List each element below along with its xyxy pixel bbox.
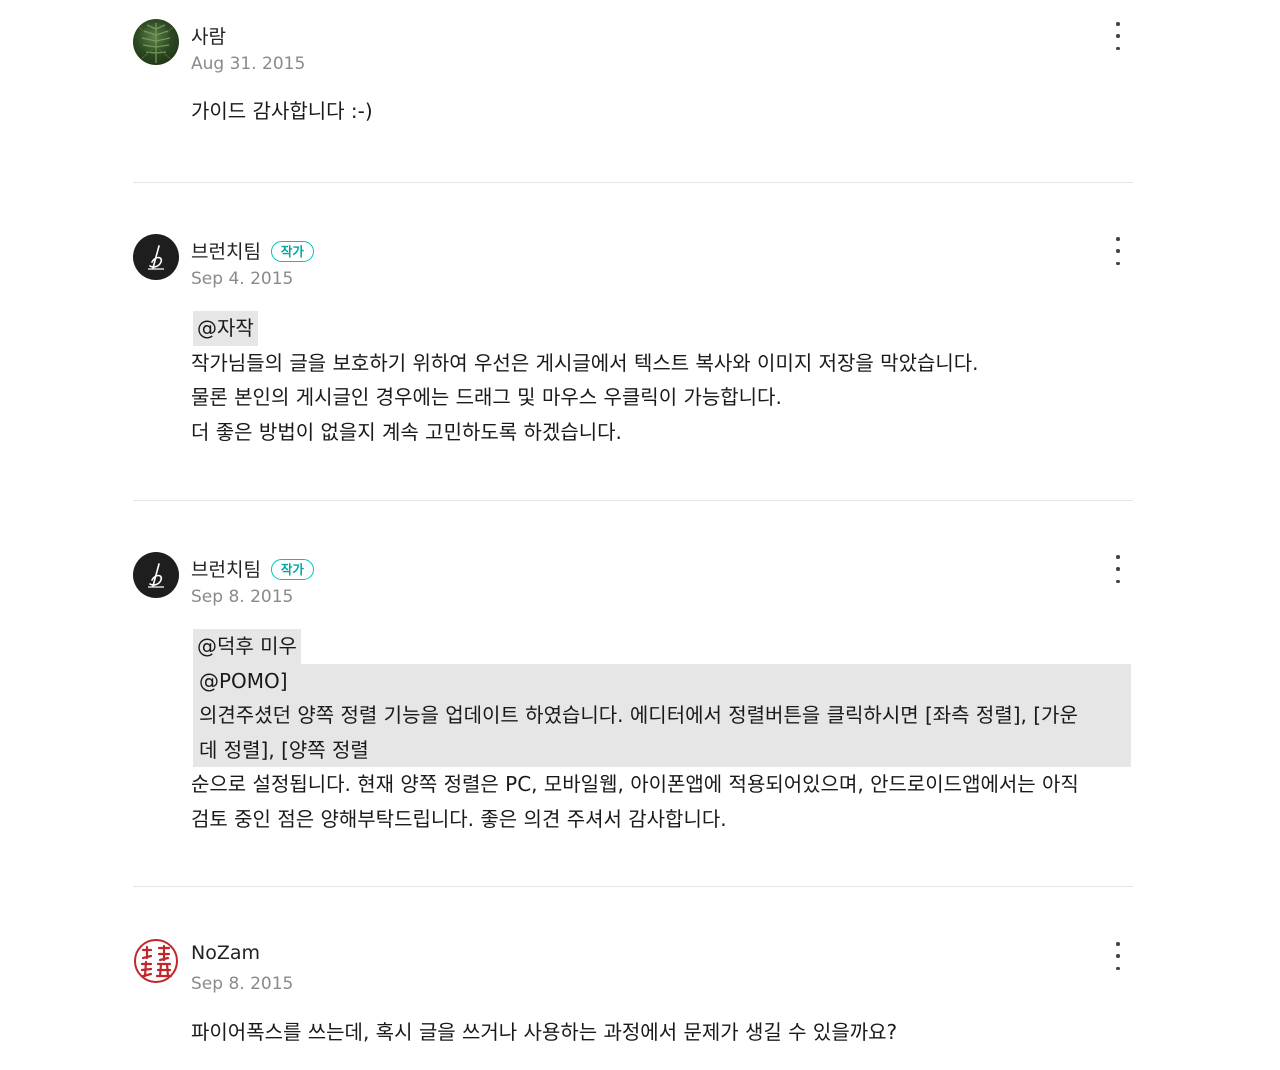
comment-body: 가이드 감사합니다 :-) (191, 94, 1131, 129)
avatar[interactable] (133, 19, 179, 65)
comment-author[interactable]: 브런치팀 작가 (191, 237, 314, 264)
avatar[interactable] (133, 234, 179, 280)
author-name[interactable]: 브런치팀 (191, 241, 261, 263)
comment-author[interactable]: 사람 (191, 22, 226, 49)
comment-text: 순으로 설정됩니다. 현재 양쪽 정렬은 PC, 모바일웹, 아이폰앱에 적용되… (191, 772, 1079, 796)
quoted-block: @POMO] 의견주셨던 양쪽 정렬 기능을 업데이트 하였습니다. 에디터에서… (193, 663, 1131, 767)
comment-date: Sep 8. 2015 (191, 974, 294, 994)
more-options-icon[interactable] (1108, 555, 1128, 583)
comment-date: Aug 31. 2015 (191, 54, 306, 74)
mention[interactable]: @덕후 미우 (193, 629, 301, 664)
divider (133, 886, 1133, 887)
comment-text: 더 좋은 방법이 없을지 계속 고민하도록 하겠습니다. (191, 419, 622, 444)
more-options-icon[interactable] (1108, 237, 1128, 265)
divider (133, 500, 1133, 501)
more-options-icon[interactable] (1108, 22, 1128, 50)
seal-stamp-icon (134, 939, 178, 983)
comment-text: 가이드 감사합니다 :-) (191, 99, 373, 123)
quoted-text: 데 정렬], [양쪽 정렬 (199, 737, 369, 762)
comment-body: 파이어폭스를 쓰는데, 혹시 글을 쓰거나 사용하는 과정에서 문제가 생길 수… (191, 1015, 1131, 1050)
brunch-logo-icon (148, 245, 164, 270)
comment-body: @자작 작가님들의 글을 보호하기 위하여 우선은 게시글에서 텍스트 복사와 … (191, 311, 1131, 449)
mention[interactable]: @자작 (193, 311, 258, 346)
leaf-avatar-image (138, 23, 174, 63)
author-badge: 작가 (270, 559, 314, 580)
more-options-icon[interactable] (1108, 942, 1128, 970)
avatar[interactable] (133, 552, 179, 598)
comment-text: 작가님들의 글을 보호하기 위하여 우선은 게시글에서 텍스트 복사와 이미지 … (191, 350, 979, 375)
comment-author[interactable]: NoZam (191, 942, 260, 964)
avatar[interactable] (133, 938, 179, 984)
comment-date: Sep 8. 2015 (191, 587, 294, 607)
divider (133, 182, 1133, 183)
comment-text: 파이어폭스를 쓰는데, 혹시 글을 쓰거나 사용하는 과정에서 문제가 생길 수… (191, 1020, 898, 1044)
brunch-logo-icon (148, 563, 164, 588)
author-name[interactable]: 브런치팀 (191, 559, 261, 581)
comment-text: 물론 본인의 게시글인 경우에는 드래그 및 마우스 우클릭이 가능합니다. (191, 385, 782, 409)
comment-text: 검토 중인 점은 양해부탁드립니다. 좋은 의견 주셔서 감사합니다. (191, 806, 727, 831)
quoted-text: 의견주셨던 양쪽 정렬 기능을 업데이트 하였습니다. 에디터에서 정렬버튼을 … (199, 703, 1078, 727)
comment-body: @덕후 미우 @POMO] 의견주셨던 양쪽 정렬 기능을 업데이트 하였습니다… (191, 629, 1131, 836)
comment-date: Sep 4. 2015 (191, 269, 294, 289)
comment-author[interactable]: 브런치팀 작가 (191, 555, 314, 582)
author-badge: 작가 (270, 241, 314, 262)
quoted-text: @POMO] (199, 668, 288, 693)
